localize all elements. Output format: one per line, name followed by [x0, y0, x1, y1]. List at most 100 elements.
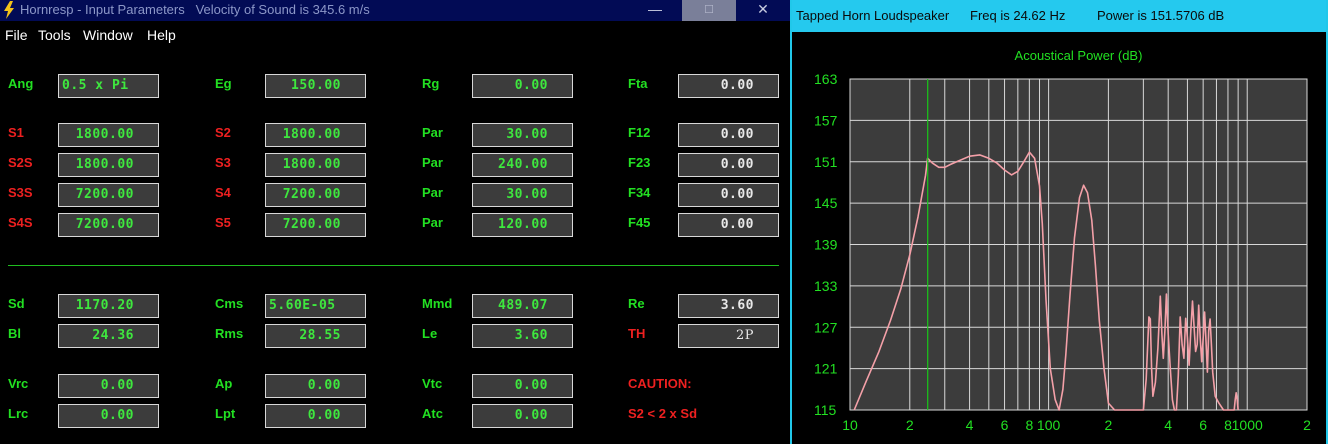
title-bar[interactable]: Hornresp - Input Parameters Velocity of … [0, 0, 790, 21]
field-th[interactable]: 2P [678, 324, 779, 348]
menu-window[interactable]: Window [83, 27, 133, 43]
label-s5: S5 [215, 215, 231, 230]
label-rms: Rms [215, 326, 244, 341]
x-tick-label: 4 [1164, 417, 1172, 433]
field-s3s[interactable]: 7200.00 [58, 183, 159, 207]
field-par-2[interactable]: 240.00 [472, 153, 573, 177]
x-tick-label: 6 [1199, 417, 1207, 433]
label-par-1: Par [422, 125, 443, 140]
y-tick-label: 121 [814, 361, 838, 377]
x-tick-label: 2 [1303, 417, 1311, 433]
field-ang[interactable]: 0.5 x Pi [58, 74, 159, 98]
x-tick-label: 100 [1037, 417, 1061, 433]
menu-bar: File Tools Window Help [0, 22, 790, 48]
y-tick-label: 157 [814, 112, 838, 128]
label-s2s: S2S [8, 155, 33, 170]
label-ang: Ang [8, 76, 34, 91]
x-tick-label: 2 [1104, 417, 1112, 433]
field-lpt[interactable]: 0.00 [265, 404, 366, 428]
field-f34[interactable]: 0.00 [678, 183, 779, 207]
label-bl: Bl [8, 326, 21, 341]
label-le: Le [422, 326, 438, 341]
field-f45[interactable]: 0.00 [678, 213, 779, 237]
field-vtc[interactable]: 0.00 [472, 374, 573, 398]
x-tick-label: 1000 [1232, 417, 1263, 433]
field-sd[interactable]: 1170.20 [58, 294, 159, 318]
label-th: TH [628, 326, 646, 341]
field-s4s[interactable]: 7200.00 [58, 213, 159, 237]
x-tick-label: 8 [1025, 417, 1033, 433]
maximize-button[interactable]: ☐ [682, 0, 736, 21]
x-tick-label: 4 [966, 417, 974, 433]
label-f12: F12 [628, 125, 651, 140]
label-s2: S2 [215, 125, 231, 140]
chart-title: Acoustical Power (dB) [1015, 48, 1143, 63]
field-s5[interactable]: 7200.00 [265, 213, 366, 237]
label-re: Re [628, 296, 645, 311]
field-s2s[interactable]: 1800.00 [58, 153, 159, 177]
label-ap: Ap [215, 376, 233, 391]
minimize-button[interactable]: — [628, 0, 682, 21]
field-par-1[interactable]: 30.00 [472, 123, 573, 147]
label-f23: F23 [628, 155, 651, 170]
label-par-3: Par [422, 185, 443, 200]
field-mmd[interactable]: 489.07 [472, 294, 573, 318]
field-s2[interactable]: 1800.00 [265, 123, 366, 147]
caution-message: S2 < 2 x Sd [628, 406, 698, 421]
field-s4[interactable]: 7200.00 [265, 183, 366, 207]
label-fta: Fta [628, 76, 648, 91]
label-f45: F45 [628, 215, 651, 230]
menu-file[interactable]: File [5, 27, 28, 43]
hornresp-app-icon [4, 1, 14, 19]
field-f23[interactable]: 0.00 [678, 153, 779, 177]
y-tick-label: 163 [814, 71, 838, 87]
label-eg: Eg [215, 76, 232, 91]
label-s4: S4 [215, 185, 231, 200]
field-le[interactable]: 3.60 [472, 324, 573, 348]
window-title: Hornresp - Input Parameters Velocity of … [20, 2, 370, 17]
menu-help[interactable]: Help [147, 27, 176, 43]
y-tick-label: 139 [814, 237, 838, 253]
field-atc[interactable]: 0.00 [472, 404, 573, 428]
power-readout: Power is 151.5706 dB [1097, 8, 1225, 23]
chart-window-title: Tapped Horn Loudspeaker [796, 8, 950, 23]
menu-tools[interactable]: Tools [38, 27, 71, 43]
y-tick-label: 127 [814, 319, 838, 335]
label-rg: Rg [422, 76, 440, 91]
label-f34: F34 [628, 185, 651, 200]
label-s1: S1 [8, 125, 24, 140]
label-par-4: Par [422, 215, 443, 230]
field-lrc[interactable]: 0.00 [58, 404, 159, 428]
caution-heading: CAUTION: [628, 376, 692, 391]
x-tick-label: 6 [1001, 417, 1009, 433]
section-divider [8, 265, 779, 266]
label-s4s: S4S [8, 215, 33, 230]
field-cms[interactable]: 5.60E-05 [265, 294, 366, 318]
label-par-2: Par [422, 155, 443, 170]
field-eg[interactable]: 150.00 [265, 74, 366, 98]
field-ap[interactable]: 0.00 [265, 374, 366, 398]
field-f12[interactable]: 0.00 [678, 123, 779, 147]
field-s3[interactable]: 1800.00 [265, 153, 366, 177]
field-s1[interactable]: 1800.00 [58, 123, 159, 147]
label-sd: Sd [8, 296, 25, 311]
field-fta[interactable]: 0.00 [678, 74, 779, 98]
label-lpt: Lpt [215, 406, 236, 421]
label-mmd: Mmd [422, 296, 453, 311]
x-tick-label: 10 [842, 417, 858, 433]
field-vrc[interactable]: 0.00 [58, 374, 159, 398]
field-rms[interactable]: 28.55 [265, 324, 366, 348]
acoustical-power-window: Tapped Horn Loudspeaker Freq is 24.62 Hz… [790, 0, 1328, 444]
field-rg[interactable]: 0.00 [472, 74, 573, 98]
acoustical-power-chart[interactable]: 16315715114513913312712111510 2 4 6 8 100 2 4 6 8… [792, 32, 1326, 444]
field-par-4[interactable]: 120.00 [472, 213, 573, 237]
y-tick-label: 145 [814, 195, 838, 211]
field-par-3[interactable]: 30.00 [472, 183, 573, 207]
field-re[interactable]: 3.60 [678, 294, 779, 318]
input-parameters-window: Hornresp - Input Parameters Velocity of … [0, 0, 790, 444]
chart-title-bar[interactable]: Tapped Horn Loudspeaker Freq is 24.62 Hz… [792, 0, 1326, 32]
y-tick-label: 115 [814, 402, 837, 418]
close-button[interactable]: ✕ [736, 0, 790, 21]
field-bl[interactable]: 24.36 [58, 324, 159, 348]
label-cms: Cms [215, 296, 244, 311]
